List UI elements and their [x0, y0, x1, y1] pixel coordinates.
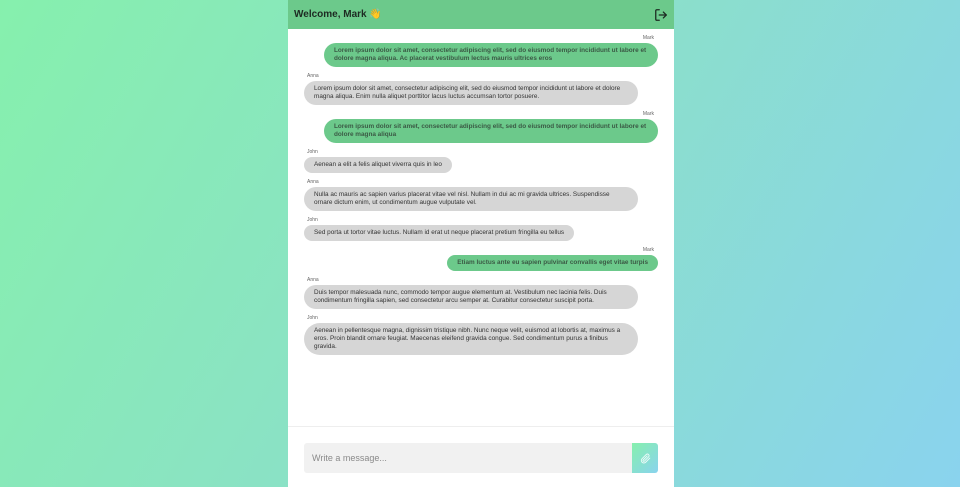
message-item: Mark Etiam luctus ante eu sapien pulvinar… [304, 247, 658, 271]
message-item: John Aenean a elit a felis aliquet viverr… [304, 149, 658, 173]
message-sender: Mark [642, 247, 654, 253]
message-bubble: Etiam luctus ante eu sapien pulvinar con… [447, 255, 658, 271]
welcome-title: Welcome, Mark 👋 [294, 9, 382, 20]
chat-window: Welcome, Mark 👋 Mark Lorem ipsum dolor si… [288, 0, 674, 487]
send-button[interactable] [632, 443, 658, 473]
message-item: John Aenean in pellentesque magna, dignis… [304, 315, 658, 355]
message-sender: Anna [307, 73, 319, 79]
message-sender: Mark [642, 111, 654, 117]
chat-header: Welcome, Mark 👋 [288, 0, 674, 29]
message-bubble: Duis tempor malesuada nunc, commodo temp… [304, 285, 638, 309]
message-sender: Anna [307, 179, 319, 185]
message-item: Anna Lorem ipsum dolor sit amet, consecte… [304, 73, 658, 105]
message-bubble: Sed porta ut tortor vitae luctus. Nullam… [304, 225, 575, 241]
message-sender: John [307, 315, 318, 321]
message-item: John Sed porta ut tortor vitae luctus. Nu… [304, 217, 658, 241]
message-bubble: Nulla ac mauris ac sapien varius placera… [304, 187, 638, 211]
message-item: Anna Duis tempor malesuada nunc, commodo … [304, 277, 658, 309]
message-sender: John [307, 217, 318, 223]
message-sender: John [307, 149, 318, 155]
message-bubble: Aenean a elit a felis aliquet viverra qu… [304, 157, 452, 173]
composer [288, 426, 674, 487]
message-bubble: Lorem ipsum dolor sit amet, consectetur … [304, 81, 638, 105]
message-item: Mark Lorem ipsum dolor sit amet, consecte… [304, 35, 658, 67]
message-input[interactable] [304, 443, 632, 473]
message-bubble: Lorem ipsum dolor sit amet, consectetur … [324, 43, 658, 67]
message-sender: Mark [642, 35, 654, 41]
logout-icon[interactable] [654, 8, 668, 22]
message-item: Mark Lorem ipsum dolor sit amet, consecte… [304, 111, 658, 143]
message-bubble: Aenean in pellentesque magna, dignissim … [304, 323, 638, 355]
message-list[interactable]: Mark Lorem ipsum dolor sit amet, consecte… [288, 29, 674, 427]
send-icon [640, 453, 650, 463]
message-item: Anna Nulla ac mauris ac sapien varius pla… [304, 179, 658, 211]
message-bubble: Lorem ipsum dolor sit amet, consectetur … [324, 119, 658, 143]
message-sender: Anna [307, 277, 319, 283]
